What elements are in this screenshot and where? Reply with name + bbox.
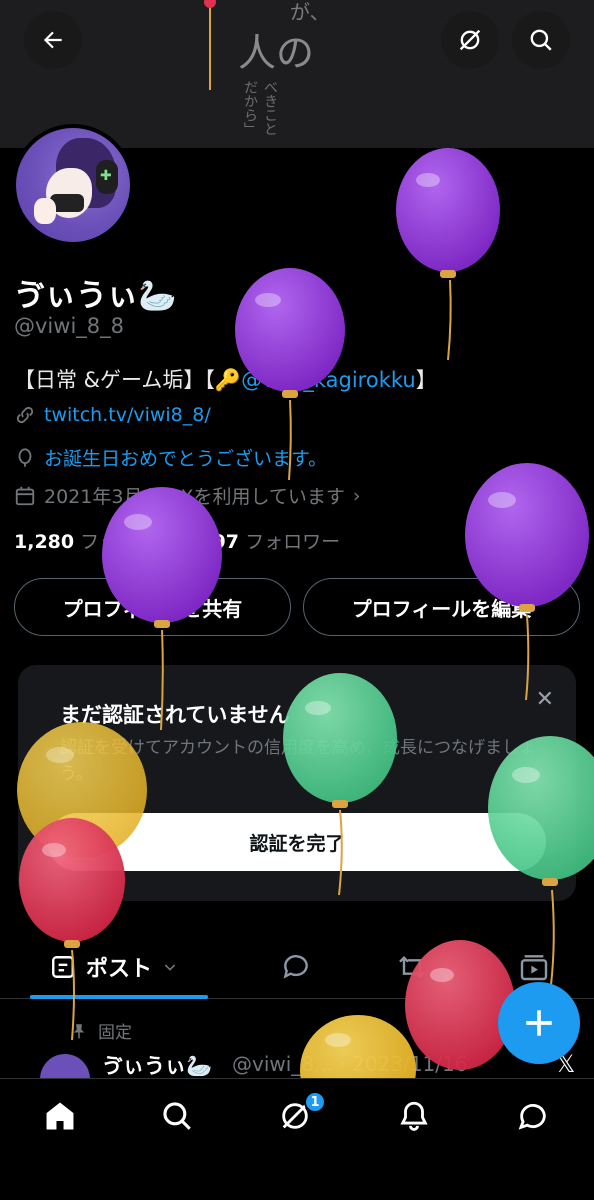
repost-icon <box>399 955 425 979</box>
eye-off-icon <box>459 29 481 51</box>
post-meta: @viwi_8... · 2023/11/16 <box>232 1052 468 1076</box>
profile-avatar[interactable]: ✚ <box>12 124 134 246</box>
post-author-name[interactable]: ゔぃうぃ🦢 <box>102 1050 212 1078</box>
search-button[interactable] <box>512 11 570 69</box>
nav-messages[interactable] <box>516 1099 550 1133</box>
calendar-icon <box>15 486 35 505</box>
tab-reposts[interactable] <box>396 951 428 987</box>
following-count[interactable]: 1,280 <box>14 531 74 553</box>
share-profile-button[interactable]: プロフィールを共有 <box>14 578 291 636</box>
profile-tabs: ポスト <box>0 935 594 999</box>
search-icon <box>163 1102 191 1130</box>
reply-icon <box>283 955 308 979</box>
followers-label[interactable]: フォロワー <box>245 531 340 553</box>
balloon-icon <box>18 447 32 467</box>
banner-text: べきことだから」 <box>242 80 278 136</box>
nav-search[interactable] <box>160 1099 194 1133</box>
pinned-label: 固定 <box>98 1023 132 1043</box>
compose-post-button[interactable] <box>498 982 580 1064</box>
posts-tab-icon <box>52 956 74 978</box>
tab-posts-label: ポスト <box>86 957 153 982</box>
nav-home[interactable] <box>43 1099 77 1133</box>
nav-notifications[interactable] <box>397 1099 431 1133</box>
complete-verification-button[interactable]: 認証を完了 <box>48 813 546 871</box>
bio-text: 】 <box>415 368 437 392</box>
pin-icon <box>73 1023 85 1038</box>
bell-icon <box>400 1101 428 1131</box>
back-button[interactable] <box>24 11 82 69</box>
hide-banner-button[interactable] <box>441 11 499 69</box>
card-title: まだ認証されていません <box>60 703 290 727</box>
website-row: twitch.tv/viwi8_8/ <box>14 404 211 426</box>
card-description: 認証を受けてアカウントの信用度を高め、成長につなげましょう。 <box>60 738 536 784</box>
user-handle: @viwi_8_8 <box>14 314 124 338</box>
following-label[interactable]: フォロー中 <box>80 531 175 553</box>
home-icon <box>46 1102 74 1130</box>
pinned-post[interactable]: ゔぃうぃ🦢 @viwi_8... · 2023/11/16 𝕏 <box>0 1048 594 1078</box>
post-avatar[interactable] <box>40 1054 90 1078</box>
joined-text: 2021年3月からXを利用しています <box>44 486 345 508</box>
plus-icon <box>526 1010 552 1036</box>
birthday-row: お誕生日おめでとうございます。 <box>14 444 327 471</box>
notification-badge: 1 <box>304 1091 326 1113</box>
search-icon <box>530 29 552 51</box>
balloon-purple <box>396 148 500 361</box>
bio-mention-link[interactable]: @viwi_kagirokku <box>241 368 416 392</box>
bio-text: 【日常 &ゲーム垢】【🔑 <box>14 368 242 392</box>
pinned-indicator: 固定 <box>70 1018 132 1043</box>
avatar-image: ✚ <box>16 128 130 242</box>
birthday-text[interactable]: お誕生日おめでとうございます。 <box>44 444 327 471</box>
tab-posts[interactable]: ポスト <box>50 951 178 983</box>
chevron-down-icon <box>164 964 176 971</box>
followers-count[interactable]: 197 <box>199 531 239 553</box>
bottom-navigation: 1 <box>0 1078 594 1200</box>
follow-stats: 1,280 フォロー中 197 フォロワー <box>14 527 340 554</box>
link-icon <box>16 406 34 424</box>
chevron-right-icon: › <box>352 484 361 507</box>
verification-card: まだ認証されていません ✕ 認証を受けてアカウントの信用度を高め、成長につなげま… <box>18 665 576 901</box>
active-tab-indicator <box>30 995 208 999</box>
close-icon[interactable]: ✕ <box>536 687 554 712</box>
arrow-left-icon <box>43 31 62 49</box>
display-name: ゔぃうぃ🦢 <box>14 278 177 314</box>
message-icon <box>518 1104 546 1130</box>
tab-replies[interactable] <box>280 951 312 987</box>
media-icon <box>520 955 548 981</box>
website-link[interactable]: twitch.tv/viwi8_8/ <box>44 404 211 426</box>
joined-row[interactable]: 2021年3月からXを利用しています › <box>14 482 361 509</box>
bio: 【日常 &ゲーム垢】【🔑@viwi_kagirokku】 <box>14 364 437 394</box>
edit-profile-button[interactable]: プロフィールを編集 <box>303 578 580 636</box>
banner-text: 人の <box>238 31 315 75</box>
